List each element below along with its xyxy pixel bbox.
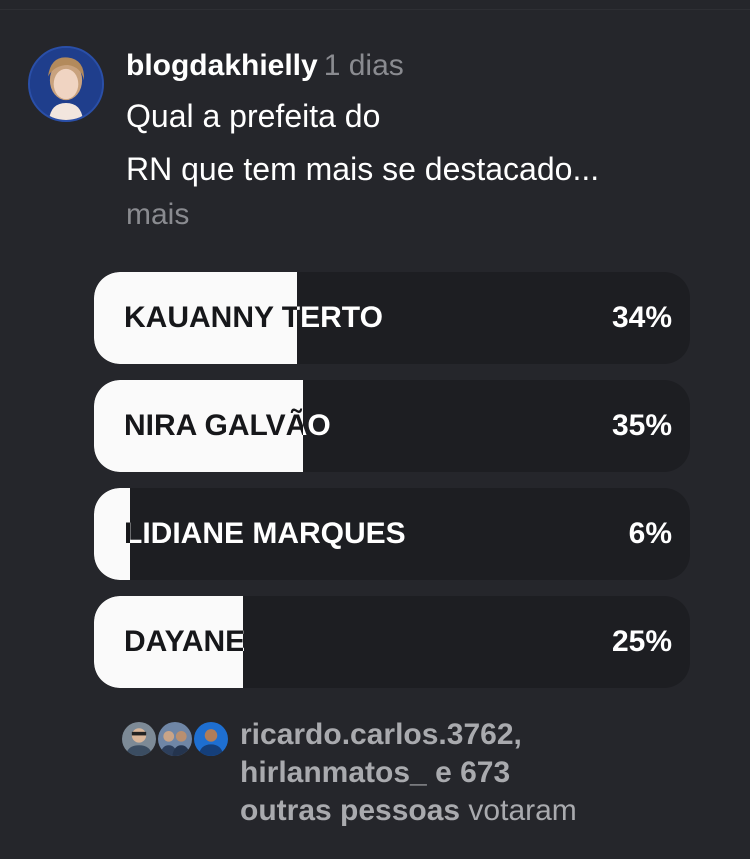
poll-option-label-dark: LIDIANE MARQUES (124, 488, 130, 580)
poll-option-percent: 25% (611, 625, 672, 658)
group-photo-icon (158, 722, 192, 756)
voter-avatar-1 (120, 720, 158, 758)
poll-option-percent: 6% (628, 517, 672, 550)
poll-option-fill-clip: DAYANE (94, 596, 243, 688)
post-caption: Qual a prefeita do RN que tem mais se de… (126, 90, 726, 196)
voters-connector: e (426, 756, 461, 789)
poll-option-label-dark: NIRA GALVÃO (124, 409, 303, 442)
more-link[interactable]: mais (126, 200, 726, 230)
voter-name-2[interactable]: hirlanmatos_ (240, 756, 427, 789)
avatar[interactable] (28, 46, 104, 122)
voters-voted: votaram (460, 794, 577, 827)
poll-option-label-dark: KAUANNY TERTO (124, 301, 297, 334)
poll-option-nira[interactable]: NIRA GALVÃO NIRA GALVÃO 35% (94, 380, 690, 472)
person-icon (122, 722, 156, 756)
username[interactable]: blogdakhielly (126, 49, 318, 82)
caption-line-2: RN que tem mais se destacado... (126, 151, 600, 187)
voter-name-1[interactable]: ricardo.carlos.3762, (240, 718, 522, 751)
poll-option-fill-clip: NIRA GALVÃO (94, 380, 303, 472)
poll-option-label-dark: DAYANE (124, 625, 243, 658)
poll-option-percent: 34% (611, 301, 672, 334)
profile-photo-icon (30, 48, 102, 120)
poll-option-dayane[interactable]: DAYANE DAYANE 25% (94, 596, 690, 688)
voters-text: ricardo.carlos.3762, hirlanmatos_ e 673 … (240, 716, 710, 830)
poll-options: KAUANNY TERTO KAUANNY TERTO 34% NIRA GAL… (94, 272, 690, 704)
post-header: blogdakhielly 1 dias Qual a prefeita do R… (126, 46, 726, 230)
poll-option-percent: 35% (611, 409, 672, 442)
voters-count: 673 (460, 756, 511, 789)
poll-option-fill-clip: KAUANNY TERTO (94, 272, 297, 364)
poll-option-fill-clip: LIDIANE MARQUES (94, 488, 130, 580)
post-meta: blogdakhielly 1 dias (126, 46, 726, 86)
voter-avatars (120, 720, 230, 760)
poll-option-label: LIDIANE MARQUES (124, 517, 406, 550)
caption-line-1: Qual a prefeita do (126, 98, 381, 134)
post-time: 1 dias (323, 49, 404, 82)
voters-others: outras pessoas (240, 794, 461, 827)
voter-avatar-3 (192, 720, 230, 758)
poll-option-lidiane[interactable]: LIDIANE MARQUES LIDIANE MARQUES 6% (94, 488, 690, 580)
person-icon (194, 722, 228, 756)
poll-option-kauanny[interactable]: KAUANNY TERTO KAUANNY TERTO 34% (94, 272, 690, 364)
top-divider (0, 0, 750, 10)
voter-avatar-2 (156, 720, 194, 758)
